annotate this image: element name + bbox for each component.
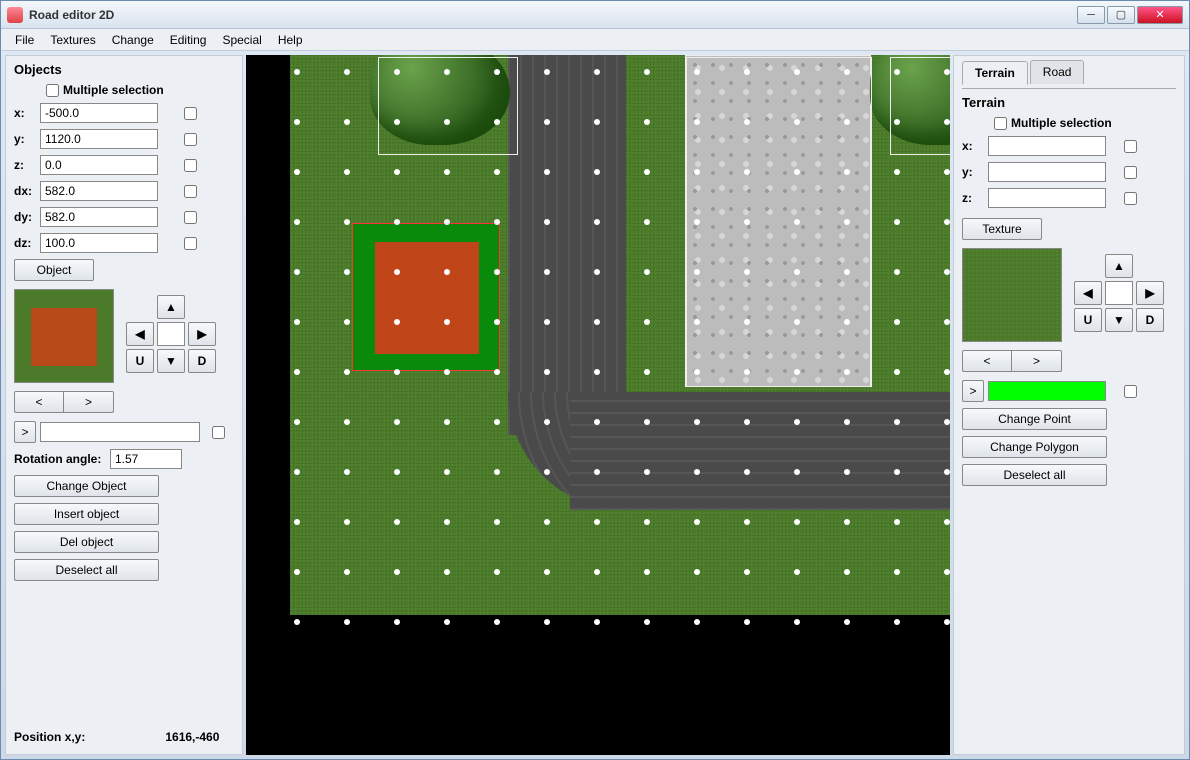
object-nav-pad: ▲ ◀ ▶ U▼D (126, 289, 222, 383)
objects-panel-title: Objects (14, 62, 234, 77)
texture-prev-button[interactable]: < (962, 350, 1012, 372)
change-object-button[interactable]: Change Object (14, 475, 159, 497)
y-field[interactable] (40, 129, 158, 149)
insert-object-button[interactable]: Insert object (14, 503, 159, 525)
menubar: File Textures Change Editing Special Hel… (1, 29, 1189, 51)
menu-special[interactable]: Special (214, 30, 269, 50)
x-lock-checkbox[interactable] (184, 107, 197, 120)
texture-preview (962, 248, 1062, 342)
y-lock-checkbox[interactable] (184, 133, 197, 146)
z-field[interactable] (40, 155, 158, 175)
objects-panel: Objects Multiple selection x: y: z: dx: … (5, 55, 243, 755)
y-label: y: (14, 132, 40, 146)
terrain-nav-up-button[interactable]: ▲ (1105, 254, 1133, 278)
terrain-nav-right-button[interactable]: ▶ (1136, 281, 1164, 305)
change-point-button[interactable]: Change Point (962, 408, 1107, 430)
x-field[interactable] (40, 103, 158, 123)
goto-field[interactable] (40, 422, 200, 442)
terrain-y-field[interactable] (988, 162, 1106, 182)
terrain-nav-pad: ▲ ◀ ▶ U▼D (1074, 248, 1170, 342)
nav-u-button[interactable]: U (126, 349, 154, 373)
terrain-nav-left-button[interactable]: ◀ (1074, 281, 1102, 305)
nav-down-button[interactable]: ▼ (157, 349, 185, 373)
texture-next-button[interactable]: > (1012, 350, 1062, 372)
nav-up-button[interactable]: ▲ (157, 295, 185, 319)
texture-button[interactable]: Texture (962, 218, 1042, 240)
object-prev-button[interactable]: < (14, 391, 64, 413)
object-button[interactable]: Object (14, 259, 94, 281)
nav-left-button[interactable]: ◀ (126, 322, 154, 346)
dz-field[interactable] (40, 233, 158, 253)
terrain-deselect-all-button[interactable]: Deselect all (962, 464, 1107, 486)
rotation-angle-field[interactable] (110, 449, 182, 469)
nav-right-button[interactable]: ▶ (188, 322, 216, 346)
z-lock-checkbox[interactable] (184, 159, 197, 172)
deselect-all-button[interactable]: Deselect all (14, 559, 159, 581)
color-checkbox[interactable] (1124, 385, 1137, 398)
nav-d-button[interactable]: D (188, 349, 216, 373)
status-position-label: Position x,y: (14, 730, 85, 744)
dy-label: dy: (14, 210, 40, 224)
menu-textures[interactable]: Textures (42, 30, 103, 50)
x-label: x: (14, 106, 40, 120)
tab-terrain[interactable]: Terrain (962, 61, 1028, 85)
terrain-x-lock-checkbox[interactable] (1124, 140, 1137, 153)
dy-lock-checkbox[interactable] (184, 211, 197, 224)
titlebar: Road editor 2D ─ ▢ ✕ (1, 1, 1189, 29)
maximize-button[interactable]: ▢ (1107, 6, 1135, 24)
change-polygon-button[interactable]: Change Polygon (962, 436, 1107, 458)
dx-label: dx: (14, 184, 40, 198)
del-object-button[interactable]: Del object (14, 531, 159, 553)
dz-label: dz: (14, 236, 40, 250)
terrain-multiple-selection-checkbox[interactable] (994, 117, 1007, 130)
window-title: Road editor 2D (29, 8, 1075, 22)
goto-checkbox[interactable] (212, 426, 225, 439)
z-label: z: (14, 158, 40, 172)
object-next-button[interactable]: > (64, 391, 114, 413)
terrain-multiple-selection-label: Multiple selection (1011, 116, 1112, 130)
goto-button[interactable]: > (14, 421, 36, 443)
terrain-y-lock-checkbox[interactable] (1124, 166, 1137, 179)
dx-field[interactable] (40, 181, 158, 201)
multiple-selection-label: Multiple selection (63, 83, 164, 97)
terrain-x-field[interactable] (988, 136, 1106, 156)
menu-editing[interactable]: Editing (162, 30, 215, 50)
terrain-nav-down-button[interactable]: ▼ (1105, 308, 1133, 332)
terrain-nav-u-button[interactable]: U (1074, 308, 1102, 332)
nav-value-field[interactable] (157, 322, 185, 346)
dx-lock-checkbox[interactable] (184, 185, 197, 198)
object-preview (14, 289, 114, 383)
color-swatch[interactable] (988, 381, 1106, 401)
minimize-button[interactable]: ─ (1077, 6, 1105, 24)
terrain-panel: Terrain Road Terrain Multiple selection … (953, 55, 1185, 755)
terrain-y-label: y: (962, 165, 988, 179)
terrain-nav-d-button[interactable]: D (1136, 308, 1164, 332)
terrain-z-lock-checkbox[interactable] (1124, 192, 1137, 205)
tab-road[interactable]: Road (1030, 60, 1085, 84)
dy-field[interactable] (40, 207, 158, 227)
status-position-value: 1616,-460 (165, 730, 219, 744)
menu-file[interactable]: File (7, 30, 42, 50)
multiple-selection-checkbox[interactable] (46, 84, 59, 97)
terrain-nav-value-field[interactable] (1105, 281, 1133, 305)
editor-canvas[interactable] (246, 55, 950, 755)
menu-help[interactable]: Help (270, 30, 311, 50)
terrain-x-label: x: (962, 139, 988, 153)
java-icon (7, 7, 23, 23)
terrain-title: Terrain (962, 95, 1176, 110)
dz-lock-checkbox[interactable] (184, 237, 197, 250)
close-button[interactable]: ✕ (1137, 6, 1183, 24)
rotation-angle-label: Rotation angle: (14, 452, 110, 466)
terrain-z-field[interactable] (988, 188, 1106, 208)
terrain-z-label: z: (962, 191, 988, 205)
menu-change[interactable]: Change (104, 30, 162, 50)
terrain-goto-button[interactable]: > (962, 380, 984, 402)
